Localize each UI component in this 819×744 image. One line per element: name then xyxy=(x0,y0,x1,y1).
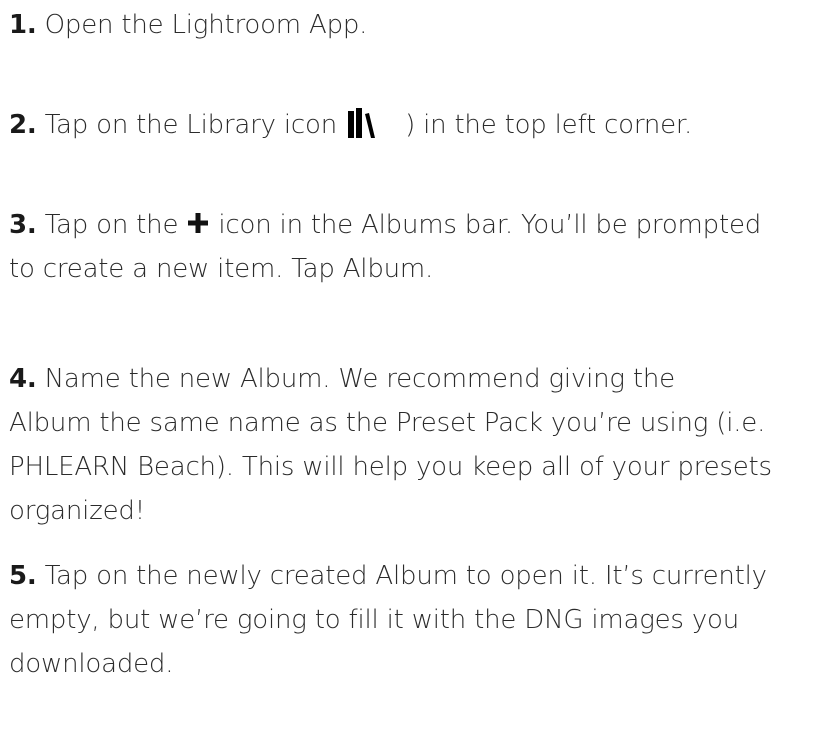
step-line: 3. Tap on the icon in the Albums bar. Yo… xyxy=(9,203,761,247)
step-line: 4. Name the new Album. We recommend givi… xyxy=(9,357,772,401)
step-text: Name the new Album. We recommend giving … xyxy=(36,364,675,394)
step-number: 1. xyxy=(9,10,37,40)
step-line: empty, but we’re going to fill it with t… xyxy=(9,605,740,635)
step-2: 2. Tap on the Library icon ) in the top … xyxy=(9,103,692,147)
step-number: 2. xyxy=(9,110,37,140)
step-text: Tap on the Library icon xyxy=(36,110,346,140)
step-line: 5. Tap on the newly created Album to ope… xyxy=(9,554,767,598)
plus-icon xyxy=(188,203,209,233)
step-text: Tap on the xyxy=(36,210,187,240)
library-icon xyxy=(347,108,383,138)
step-number: 5. xyxy=(9,561,37,591)
step-text: Open the Lightroom App. xyxy=(36,10,368,40)
step-line: downloaded. xyxy=(9,649,174,679)
step-number: 3. xyxy=(9,210,37,240)
step-text: icon in the Albums bar. You’ll be prompt… xyxy=(210,210,762,240)
step-line: organized! xyxy=(9,496,145,526)
step-line: Album the same name as the Preset Pack y… xyxy=(9,408,766,438)
step-number: 4. xyxy=(9,364,37,394)
step-3: 3. Tap on the icon in the Albums bar. Yo… xyxy=(9,203,761,291)
step-line: to create a new item. Tap Album. xyxy=(9,254,434,284)
step-text: Tap on the newly created Album to open i… xyxy=(36,561,767,591)
step-5: 5. Tap on the newly created Album to ope… xyxy=(9,554,767,686)
step-1: 1. Open the Lightroom App. xyxy=(9,3,367,47)
step-text: ) in the top left corner. xyxy=(405,110,693,140)
step-4: 4. Name the new Album. We recommend givi… xyxy=(9,357,772,533)
step-line: PHLEARN Beach). This will help you keep … xyxy=(9,452,772,482)
